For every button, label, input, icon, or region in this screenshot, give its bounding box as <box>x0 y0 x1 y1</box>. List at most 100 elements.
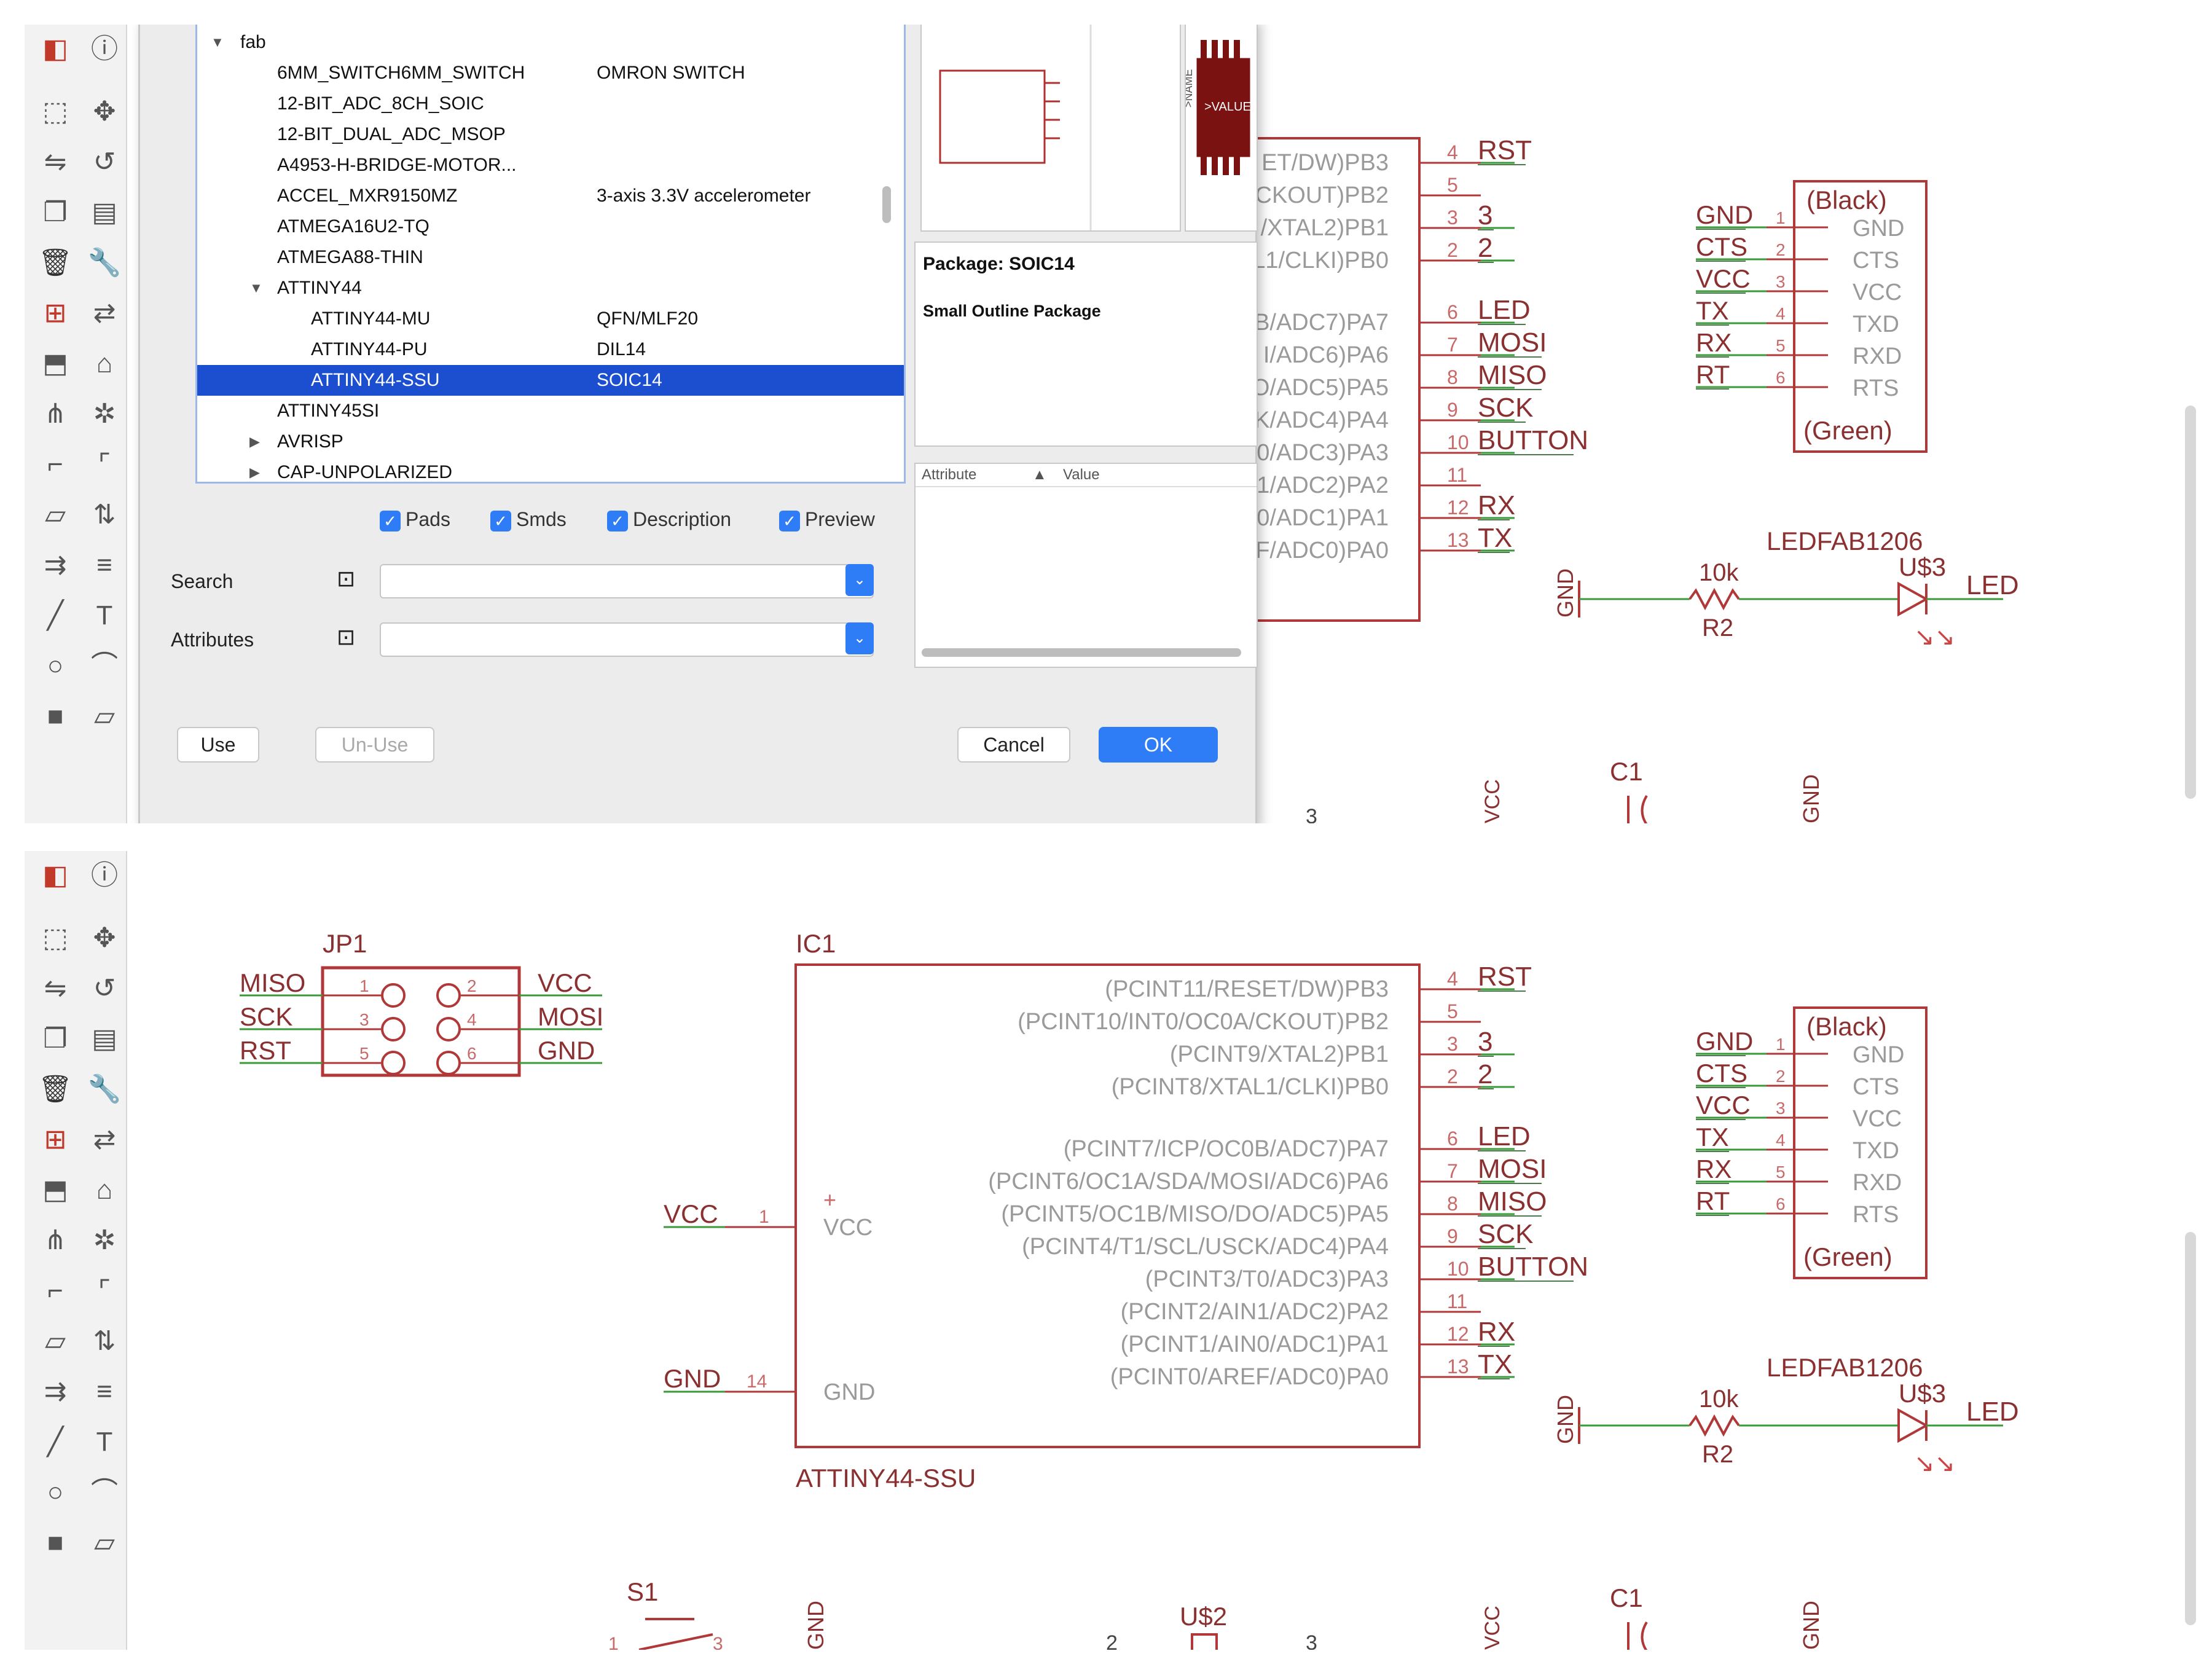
delete-icon[interactable]: 🗑 <box>37 1071 74 1108</box>
pin-swap-icon[interactable]: ⇅ <box>86 496 123 533</box>
replace-icon[interactable]: ⇄ <box>86 1121 123 1158</box>
vertical-scrollbar-top[interactable] <box>2185 406 2196 799</box>
add-part-icon[interactable]: ⊞ <box>37 1121 74 1158</box>
cancel-button[interactable]: Cancel <box>957 727 1070 763</box>
move-icon[interactable]: ✥ <box>86 93 123 130</box>
miter-icon[interactable]: ⌐ <box>37 1273 74 1309</box>
tree-row[interactable]: A4953-H-BRIDGE-MOTOR... <box>197 150 904 181</box>
tree-row[interactable]: ATTINY44-MU QFN/MLF20 <box>197 304 904 334</box>
rotate-icon[interactable]: ↺ <box>86 970 123 1007</box>
text-icon[interactable]: T <box>86 597 123 634</box>
pin-swap-icon[interactable]: ⇅ <box>86 1323 123 1360</box>
pads-checkbox[interactable]: ✓ Pads <box>380 506 450 533</box>
attributes-help-icon[interactable]: ⊡ <box>337 624 355 650</box>
attr-header-value[interactable]: Value <box>1063 466 1100 484</box>
line-icon[interactable]: ╱ <box>37 597 74 634</box>
library-tree[interactable]: ▼ fab 6MM_SWITCH6MM_SWITCH OMRON SWITCH 12… <box>195 25 906 484</box>
tree-row[interactable]: ATTINY45SI <box>197 396 904 426</box>
arc-icon[interactable]: ⌒ <box>86 1474 123 1511</box>
circle-icon[interactable]: ○ <box>37 1474 74 1511</box>
group-icon[interactable]: ⬒ <box>37 1172 74 1209</box>
mirror-icon[interactable]: ⇋ <box>37 970 74 1007</box>
tree-row[interactable]: ATTINY44-PU DIL14 <box>197 334 904 365</box>
tree-row[interactable]: 12-BIT_DUAL_ADC_MSOP <box>197 119 904 150</box>
expand-arrow-icon[interactable]: ▼ <box>211 27 224 58</box>
attr-sort-icon[interactable]: ▲ <box>1032 466 1047 484</box>
ok-button[interactable]: OK <box>1099 727 1218 763</box>
tree-row[interactable]: ATMEGA16U2-TQ <box>197 211 904 242</box>
rect-icon[interactable]: ■ <box>37 1524 74 1561</box>
wrench-icon[interactable]: 🔧 <box>86 1071 123 1108</box>
value-icon[interactable]: ⌂ <box>86 1172 123 1209</box>
name-icon[interactable]: ▱ <box>37 1323 74 1360</box>
use-button[interactable]: Use <box>177 727 259 763</box>
paste-icon[interactable]: ▤ <box>86 194 123 231</box>
paste-icon[interactable]: ▤ <box>86 1021 123 1057</box>
attributes-input[interactable] <box>381 624 843 654</box>
smash-icon[interactable]: ✲ <box>86 1222 123 1259</box>
attributes-field[interactable]: ⌄ <box>380 622 874 657</box>
copy-icon[interactable]: ❐ <box>37 1021 74 1057</box>
tree-row[interactable]: 12-BIT_ADC_8CH_SOIC <box>197 88 904 119</box>
line-icon[interactable]: ╱ <box>37 1424 74 1461</box>
vertical-scrollbar-bottom[interactable] <box>2185 1232 2196 1625</box>
search-field[interactable]: ⌄ <box>380 564 874 598</box>
schematic-canvas-bottom[interactable]: JP1 MISO 1 SCK 3 RST 5 2 VCC 4 MOSI 6 GND IC1 ATTINY44… <box>25 851 2200 1650</box>
select-icon[interactable]: ⬚ <box>37 920 74 957</box>
tree-row[interactable]: ATMEGA88-THIN <box>197 242 904 273</box>
attr-header-attribute[interactable]: Attribute <box>922 466 976 484</box>
arc-icon[interactable]: ⌒ <box>86 648 123 684</box>
layers-icon[interactable]: ◧ <box>37 31 74 68</box>
text-icon[interactable]: T <box>86 1424 123 1461</box>
gate-swap-icon[interactable]: ⇉ <box>37 547 74 584</box>
replace-icon[interactable]: ⇄ <box>86 295 123 332</box>
info-icon[interactable]: ⓘ <box>86 857 123 894</box>
gate-swap-icon[interactable]: ⇉ <box>37 1373 74 1410</box>
attributes-dropdown-icon[interactable]: ⌄ <box>845 622 874 654</box>
split-icon[interactable]: ⋔ <box>37 396 74 433</box>
add-part-icon[interactable]: ⊞ <box>37 295 74 332</box>
description-checkbox[interactable]: ✓ Description <box>607 506 731 533</box>
select-icon[interactable]: ⬚ <box>37 93 74 130</box>
value-icon[interactable]: ⌂ <box>86 345 123 382</box>
tree-root-row[interactable]: ▼ fab <box>197 27 904 58</box>
search-dropdown-icon[interactable]: ⌄ <box>845 564 874 596</box>
expand-arrow-icon[interactable]: ▶ <box>249 457 260 482</box>
tree-row[interactable]: ▶ CAP-UNPOLARIZED <box>197 457 904 482</box>
mirror-icon[interactable]: ⇋ <box>37 144 74 181</box>
split-icon[interactable]: ⋔ <box>37 1222 74 1259</box>
bend-icon[interactable]: ⌜ <box>86 446 123 483</box>
smds-checkbox[interactable]: ✓ Smds <box>490 506 567 533</box>
optimize-icon[interactable]: ≡ <box>86 1373 123 1410</box>
delete-icon[interactable]: 🗑 <box>37 245 74 281</box>
info-icon[interactable]: ⓘ <box>86 31 123 68</box>
smash-icon[interactable]: ✲ <box>86 396 123 433</box>
group-icon[interactable]: ⬒ <box>37 345 74 382</box>
search-help-icon[interactable]: ⊡ <box>337 566 355 592</box>
polygon-icon[interactable]: ▱ <box>86 698 123 735</box>
search-input[interactable] <box>381 565 843 596</box>
rect-icon[interactable]: ■ <box>37 698 74 735</box>
polygon-icon[interactable]: ▱ <box>86 1524 123 1561</box>
tree-row[interactable]: ▶ AVRISP <box>197 426 904 457</box>
tree-row-selected[interactable]: ATTINY44-SSU SOIC14 <box>197 365 904 396</box>
optimize-icon[interactable]: ≡ <box>86 547 123 584</box>
name-icon[interactable]: ▱ <box>37 496 74 533</box>
move-icon[interactable]: ✥ <box>86 920 123 957</box>
tree-row[interactable]: ACCEL_MXR9150MZ 3-axis 3.3V accelerometer <box>197 181 904 211</box>
circle-icon[interactable]: ○ <box>37 648 74 684</box>
tree-scrollbar[interactable] <box>882 186 891 223</box>
copy-icon[interactable]: ❐ <box>37 194 74 231</box>
tree-row[interactable]: 6MM_SWITCH6MM_SWITCH OMRON SWITCH <box>197 58 904 88</box>
collapse-arrow-icon[interactable]: ▼ <box>249 273 263 304</box>
unuse-button[interactable]: Un-Use <box>315 727 434 763</box>
bend-icon[interactable]: ⌜ <box>86 1273 123 1309</box>
preview-checkbox[interactable]: ✓ Preview <box>779 506 875 533</box>
tree-row[interactable]: ▼ ATTINY44 <box>197 273 904 304</box>
miter-icon[interactable]: ⌐ <box>37 446 74 483</box>
attr-scrollbar[interactable] <box>922 648 1241 657</box>
rotate-icon[interactable]: ↺ <box>86 144 123 181</box>
expand-arrow-icon[interactable]: ▶ <box>249 426 260 457</box>
layers-icon[interactable]: ◧ <box>37 857 74 894</box>
wrench-icon[interactable]: 🔧 <box>86 245 123 281</box>
